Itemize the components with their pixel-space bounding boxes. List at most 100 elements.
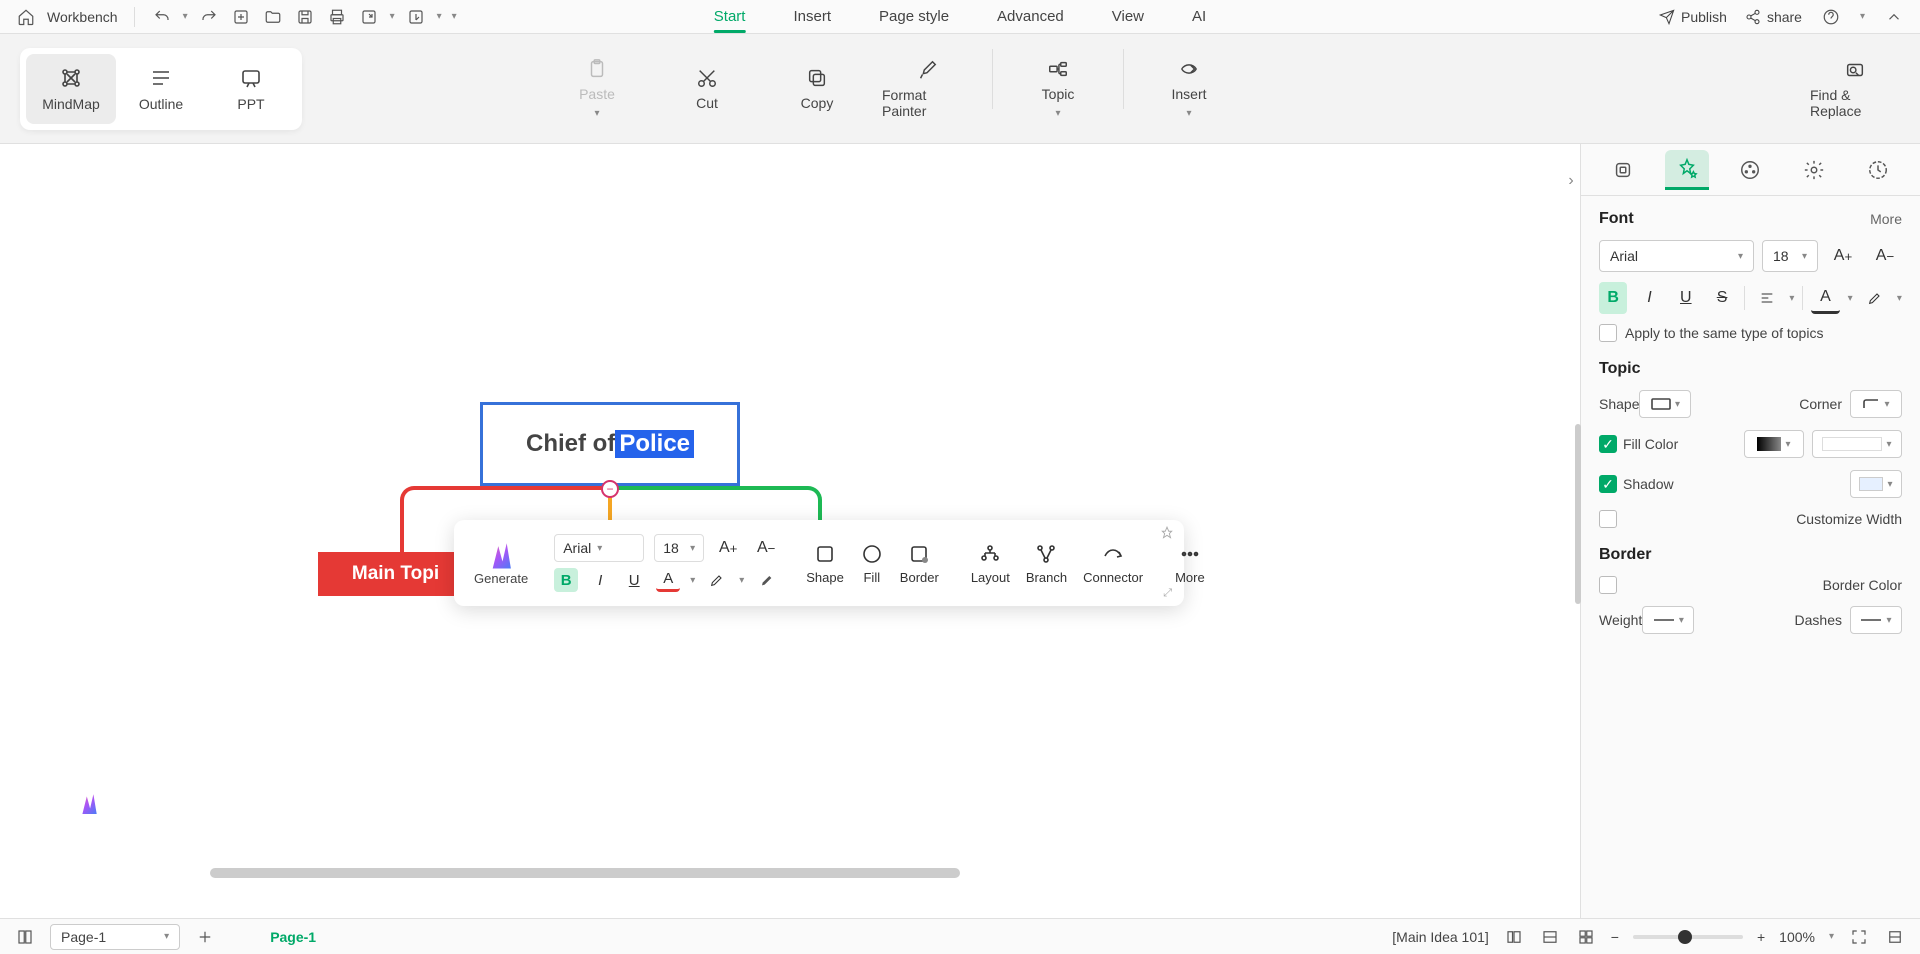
tab-view[interactable]: View xyxy=(1112,2,1144,31)
workbench-label[interactable]: Workbench xyxy=(47,9,118,25)
panel-tab-page[interactable] xyxy=(1601,150,1645,190)
font-size-select[interactable]: 18▾ xyxy=(1762,240,1818,272)
decrease-font-icon[interactable]: A− xyxy=(1868,240,1902,272)
shape-select[interactable]: ▾ xyxy=(1639,390,1691,418)
page-tab[interactable]: Page-1 xyxy=(270,929,316,945)
paste-button[interactable]: Paste ▾ xyxy=(552,49,642,129)
font-family-select[interactable]: Arial▾ xyxy=(1599,240,1754,272)
horizontal-scrollbar[interactable] xyxy=(210,868,960,878)
export-dropdown[interactable]: ▾ xyxy=(390,11,395,22)
clear-format-button[interactable] xyxy=(754,568,778,592)
topic-button[interactable]: Topic ▾ xyxy=(1013,49,1103,129)
zoom-value[interactable]: 100% xyxy=(1779,929,1815,945)
italic-button[interactable]: I xyxy=(588,568,612,592)
view-mode-1-icon[interactable] xyxy=(1503,926,1525,948)
copy-button[interactable]: Copy xyxy=(772,49,862,129)
format-painter-button[interactable]: Format Painter xyxy=(882,49,972,129)
view-ppt[interactable]: PPT xyxy=(206,54,296,124)
generate-button[interactable]: Generate xyxy=(468,541,534,586)
central-topic-selection[interactable]: Police xyxy=(615,430,694,458)
font-color-button[interactable]: A xyxy=(1811,282,1839,314)
insert-dropdown[interactable]: ▾ xyxy=(1186,108,1191,119)
anchor-icon[interactable]: ⤢ xyxy=(1163,587,1172,600)
main-topic-node[interactable]: Main Topi xyxy=(318,552,473,596)
underline-button[interactable]: U xyxy=(622,568,646,592)
help-icon[interactable] xyxy=(1820,6,1842,28)
strikethrough-button[interactable]: S xyxy=(1708,282,1736,314)
zoom-thumb[interactable] xyxy=(1678,930,1692,944)
increase-font-icon[interactable]: A+ xyxy=(1826,240,1860,272)
highlight-button[interactable] xyxy=(1861,282,1889,314)
page-select[interactable]: Page-1▾ xyxy=(50,924,180,950)
import-dropdown[interactable]: ▾ xyxy=(437,11,442,22)
collapse-ribbon-icon[interactable] xyxy=(1883,6,1905,28)
fill-color-checkbox[interactable]: ✓ xyxy=(1599,435,1617,453)
fill-button[interactable]: Fill xyxy=(854,542,890,585)
redo-icon[interactable] xyxy=(198,6,220,28)
fullscreen-icon[interactable] xyxy=(1848,926,1870,948)
help-dropdown[interactable]: ▾ xyxy=(1860,11,1865,22)
font-color-dropdown[interactable]: ▾ xyxy=(1848,293,1853,304)
underline-button[interactable]: U xyxy=(1672,282,1700,314)
undo-icon[interactable] xyxy=(151,6,173,28)
view-mode-3-icon[interactable] xyxy=(1575,926,1597,948)
tab-pagestyle[interactable]: Page style xyxy=(879,2,949,31)
customize-width-checkbox[interactable] xyxy=(1599,510,1617,528)
view-mode-2-icon[interactable] xyxy=(1539,926,1561,948)
bold-button[interactable]: B xyxy=(1599,282,1627,314)
corner-select[interactable]: ▾ xyxy=(1850,390,1902,418)
tab-insert[interactable]: Insert xyxy=(793,2,831,31)
weight-select[interactable]: ▾ xyxy=(1642,606,1694,634)
font-color-dropdown[interactable]: ▾ xyxy=(690,575,695,586)
topic-dropdown[interactable]: ▾ xyxy=(1055,108,1060,119)
view-mindmap[interactable]: MindMap xyxy=(26,54,116,124)
cut-button[interactable]: Cut xyxy=(662,49,752,129)
panel-tab-tag[interactable] xyxy=(1728,150,1772,190)
more-button[interactable]: More xyxy=(1169,542,1211,585)
fit-page-icon[interactable] xyxy=(1884,926,1906,948)
shadow-color-select[interactable]: ▾ xyxy=(1850,470,1902,498)
decrease-font-icon[interactable]: A− xyxy=(752,534,780,562)
new-icon[interactable] xyxy=(230,6,252,28)
panel-tab-history[interactable] xyxy=(1856,150,1900,190)
fill-gradient-select[interactable]: ▾ xyxy=(1744,430,1804,458)
bold-button[interactable]: B xyxy=(554,568,578,592)
panel-tab-style[interactable] xyxy=(1665,150,1709,190)
find-replace-button[interactable]: Find & Replace xyxy=(1810,49,1900,129)
zoom-dropdown[interactable]: ▾ xyxy=(1829,931,1834,942)
save-icon[interactable] xyxy=(294,6,316,28)
fill-color-select[interactable]: ▾ xyxy=(1812,430,1902,458)
publish-button[interactable]: Publish xyxy=(1659,9,1727,25)
print-icon[interactable] xyxy=(326,6,348,28)
open-icon[interactable] xyxy=(262,6,284,28)
align-button[interactable] xyxy=(1753,282,1781,314)
pages-panel-icon[interactable] xyxy=(14,926,36,948)
undo-dropdown[interactable]: ▾ xyxy=(183,11,188,22)
shape-button[interactable]: Shape xyxy=(800,542,850,585)
highlight-dropdown[interactable]: ▾ xyxy=(1897,293,1902,304)
share-button[interactable]: share xyxy=(1745,9,1802,25)
view-outline[interactable]: Outline xyxy=(116,54,206,124)
highlight-button[interactable] xyxy=(705,568,729,592)
font-more-link[interactable]: More xyxy=(1870,211,1902,227)
pin-icon[interactable] xyxy=(1160,526,1174,545)
zoom-in-icon[interactable]: + xyxy=(1757,929,1765,945)
apply-same-checkbox[interactable] xyxy=(1599,324,1617,342)
home-icon[interactable] xyxy=(15,6,37,28)
tab-start[interactable]: Start xyxy=(714,2,746,31)
panel-tab-settings[interactable] xyxy=(1792,150,1836,190)
font-color-button[interactable]: A xyxy=(656,568,680,592)
zoom-out-icon[interactable]: − xyxy=(1611,929,1619,945)
highlight-dropdown[interactable]: ▾ xyxy=(739,575,744,586)
insert-button[interactable]: Insert ▾ xyxy=(1144,49,1234,129)
italic-button[interactable]: I xyxy=(1635,282,1663,314)
panel-scrollbar[interactable] xyxy=(1575,424,1581,604)
font-family-select[interactable]: Arial▾ xyxy=(554,534,644,562)
dashes-select[interactable]: ▾ xyxy=(1850,606,1902,634)
add-page-icon[interactable] xyxy=(194,926,216,948)
tab-advanced[interactable]: Advanced xyxy=(997,2,1064,31)
export-icon[interactable] xyxy=(358,6,380,28)
ai-assistant-icon[interactable] xyxy=(78,792,100,814)
branch-button[interactable]: Branch xyxy=(1020,542,1073,585)
collapse-toggle[interactable]: − xyxy=(601,480,619,498)
